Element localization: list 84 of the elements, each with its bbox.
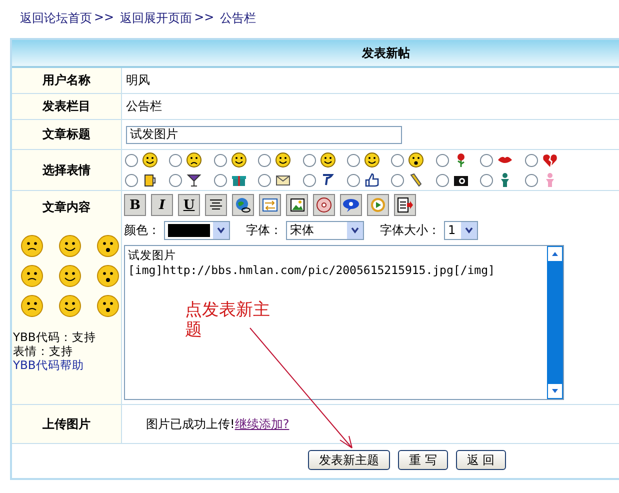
speech-bubble-icon[interactable] (340, 194, 362, 216)
smiley-icon[interactable] (58, 294, 82, 318)
cocktail-icon (186, 172, 202, 188)
emotion-radio[interactable] (125, 174, 138, 186)
color-select[interactable] (164, 220, 230, 240)
emotion-radio[interactable] (125, 154, 138, 166)
scrollbar[interactable] (547, 246, 563, 399)
form-title: 发表新帖 (362, 44, 410, 62)
smiley-icon[interactable] (20, 234, 44, 258)
form-button[interactable]: 发表新主题 (308, 450, 390, 470)
smiley-icon[interactable] (58, 264, 82, 288)
swap-icon[interactable] (259, 194, 281, 216)
image-icon[interactable] (286, 194, 308, 216)
annotation-text: 点发表新主题 (185, 300, 271, 340)
size-select[interactable]: 1 (444, 220, 478, 240)
format-button[interactable]: B (124, 194, 146, 216)
emotion-radio[interactable] (391, 174, 404, 186)
breadcrumb-link[interactable]: 公告栏 (220, 10, 256, 30)
emotion-radio[interactable] (480, 154, 494, 166)
format-button[interactable]: U (178, 194, 200, 216)
field-value: 明风 (126, 72, 150, 89)
ybb-help-link[interactable]: YBB代码帮助 (12, 358, 84, 372)
field-label: 文章内容 (42, 199, 90, 216)
format-button[interactable]: I (151, 194, 173, 216)
document-arrow-icon[interactable] (394, 194, 416, 216)
emotion-radio[interactable] (391, 154, 404, 166)
emotion-radio[interactable] (258, 174, 272, 186)
font-select[interactable]: 宋体 (286, 220, 364, 240)
field-value: 公告栏 (126, 98, 162, 115)
smiley-icon[interactable] (96, 264, 120, 288)
field-label: 文章标题 (42, 126, 90, 143)
emotion-status: 表情：支持 (12, 344, 73, 358)
surprised-face-icon (408, 152, 424, 168)
field-label: 发表栏目 (42, 98, 90, 115)
emotion-radio[interactable] (436, 174, 449, 186)
emotion-radio[interactable] (480, 174, 494, 186)
breadcrumb-separator: >> (194, 10, 214, 26)
smiley-icon[interactable] (58, 234, 82, 258)
breadcrumb-link[interactable]: 返回论坛首页 (20, 10, 92, 30)
content-text: 试发图片 [img]http://bbs.hmlan.com/pic/2005615215915.jpg[/img] (128, 248, 496, 278)
smiley-icon[interactable] (20, 264, 44, 288)
emotion-radio[interactable] (214, 154, 227, 166)
form-button[interactable]: 返 回 (456, 450, 506, 470)
field-label: 上传图片 (42, 416, 90, 432)
color-label: 颜色： (124, 222, 160, 238)
smiley-icon (142, 152, 158, 168)
breadcrumb-separator: >> (94, 10, 114, 26)
ybb-status: YBB代码：支持 (12, 330, 96, 344)
smiley-icon (230, 152, 247, 168)
emotion-radio[interactable] (346, 154, 360, 166)
play-icon[interactable] (367, 194, 389, 216)
chevron-down-icon (216, 225, 226, 235)
smiley-icon (275, 152, 292, 168)
smiley-icon[interactable] (96, 234, 120, 258)
emotion-radio[interactable] (169, 154, 182, 166)
title-input[interactable]: 试发图片 (126, 126, 402, 144)
upload-message: 图片已成功上传! (146, 416, 235, 432)
chevron-down-icon (464, 225, 474, 235)
field-label: 用户名称 (42, 72, 90, 89)
size-label: 字体大小： (380, 222, 440, 238)
emotion-radio[interactable] (524, 154, 538, 166)
emotion-radio[interactable] (302, 154, 316, 166)
emotion-radio[interactable] (169, 174, 182, 186)
emotion-radio[interactable] (524, 174, 538, 186)
smiley-icon[interactable] (20, 294, 44, 318)
field-label: 选择表情 (42, 162, 90, 178)
broken-heart-icon (542, 152, 558, 168)
emotion-radio[interactable] (258, 154, 272, 166)
thumbs-up-icon (364, 172, 380, 188)
sad-face-icon (186, 152, 202, 168)
add-more-link[interactable]: 继续添加? (234, 416, 290, 432)
emotion-radio[interactable] (436, 154, 449, 166)
smiley-icon[interactable] (96, 294, 120, 318)
emotion-radio[interactable] (346, 174, 360, 186)
emotion-radio[interactable] (302, 174, 316, 186)
emotion-radio[interactable] (214, 174, 227, 186)
font-label: 字体： (246, 222, 282, 238)
align-center-icon[interactable] (205, 194, 227, 216)
breadcrumb-link[interactable]: 返回展开页面 (120, 10, 192, 30)
form-button[interactable]: 重 写 (398, 450, 448, 470)
disc-icon[interactable] (313, 194, 335, 216)
mug-icon (142, 172, 158, 188)
chevron-down-icon (350, 225, 360, 235)
globe-link-icon[interactable] (232, 194, 254, 216)
